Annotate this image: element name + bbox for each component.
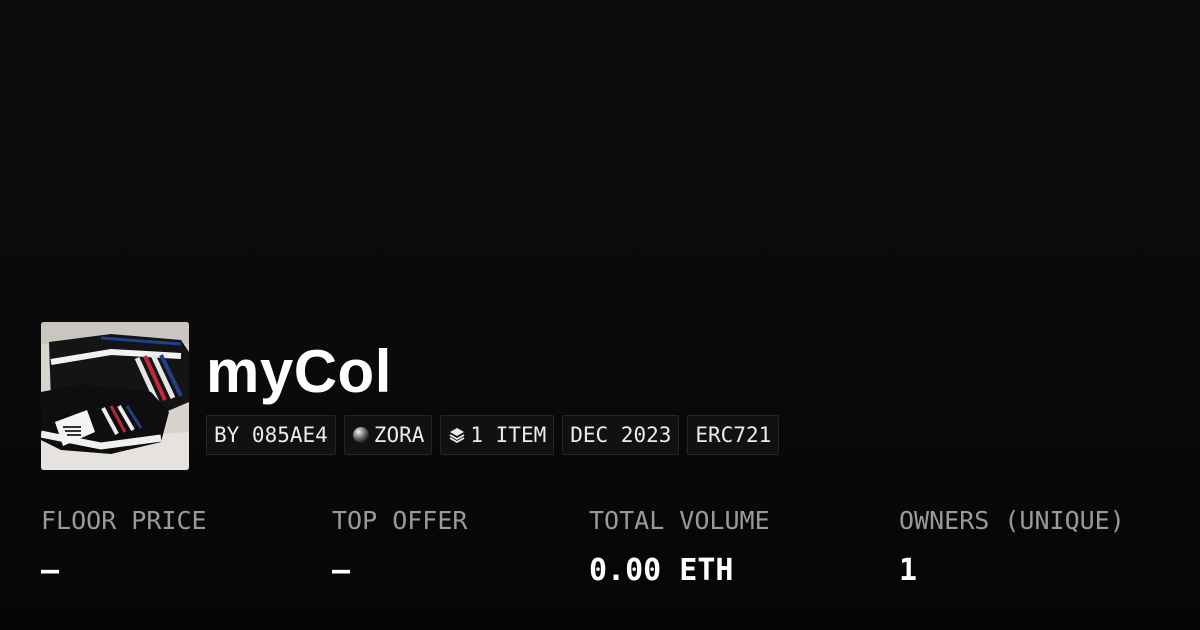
stat-label: FLOOR PRICE <box>41 506 207 535</box>
collection-stats: FLOOR PRICE – TOP OFFER – TOTAL VOLUME 0… <box>0 503 1200 603</box>
stat-value: 0.00 ETH <box>589 553 734 588</box>
zora-orb-icon <box>352 426 370 444</box>
collection-title: myCol <box>206 338 392 405</box>
sneaker-photo-image <box>41 322 189 470</box>
top-offer-stat: TOP OFFER – <box>332 503 467 589</box>
total-volume-stat: TOTAL VOLUME 0.00 ETH <box>589 503 770 589</box>
owners-stat: OWNERS (UNIQUE) 1 <box>899 503 1125 589</box>
stat-label: OWNERS (UNIQUE) <box>899 506 1125 535</box>
standard-tag: ERC721 <box>687 415 780 455</box>
items-tag[interactable]: 1 ITEM <box>440 415 555 455</box>
collection-thumbnail <box>41 322 189 470</box>
stat-label: TOTAL VOLUME <box>589 506 770 535</box>
stat-label: TOP OFFER <box>332 506 468 535</box>
chain-tag-label: ZORA <box>373 423 425 447</box>
standard-tag-label: ERC721 <box>695 423 772 447</box>
layers-icon <box>448 426 466 444</box>
creator-tag-label: BY 085AE4 <box>214 423 328 447</box>
stat-value: 1 <box>899 553 918 588</box>
items-tag-label: 1 ITEM <box>470 423 547 447</box>
date-tag-label: DEC 2023 <box>570 423 672 447</box>
collection-og-card: myCol BY 085AE4 ZORA 1 ITEM DEC 2023 ERC… <box>0 0 1200 630</box>
chain-tag[interactable]: ZORA <box>343 415 433 455</box>
floor-price-stat: FLOOR PRICE – <box>41 503 207 589</box>
creator-tag[interactable]: BY 085AE4 <box>206 415 336 455</box>
collection-tags: BY 085AE4 ZORA 1 ITEM DEC 2023 ERC721 <box>206 415 780 455</box>
date-tag: DEC 2023 <box>562 415 680 455</box>
stat-value: – <box>332 553 351 588</box>
stat-value: – <box>41 553 60 588</box>
